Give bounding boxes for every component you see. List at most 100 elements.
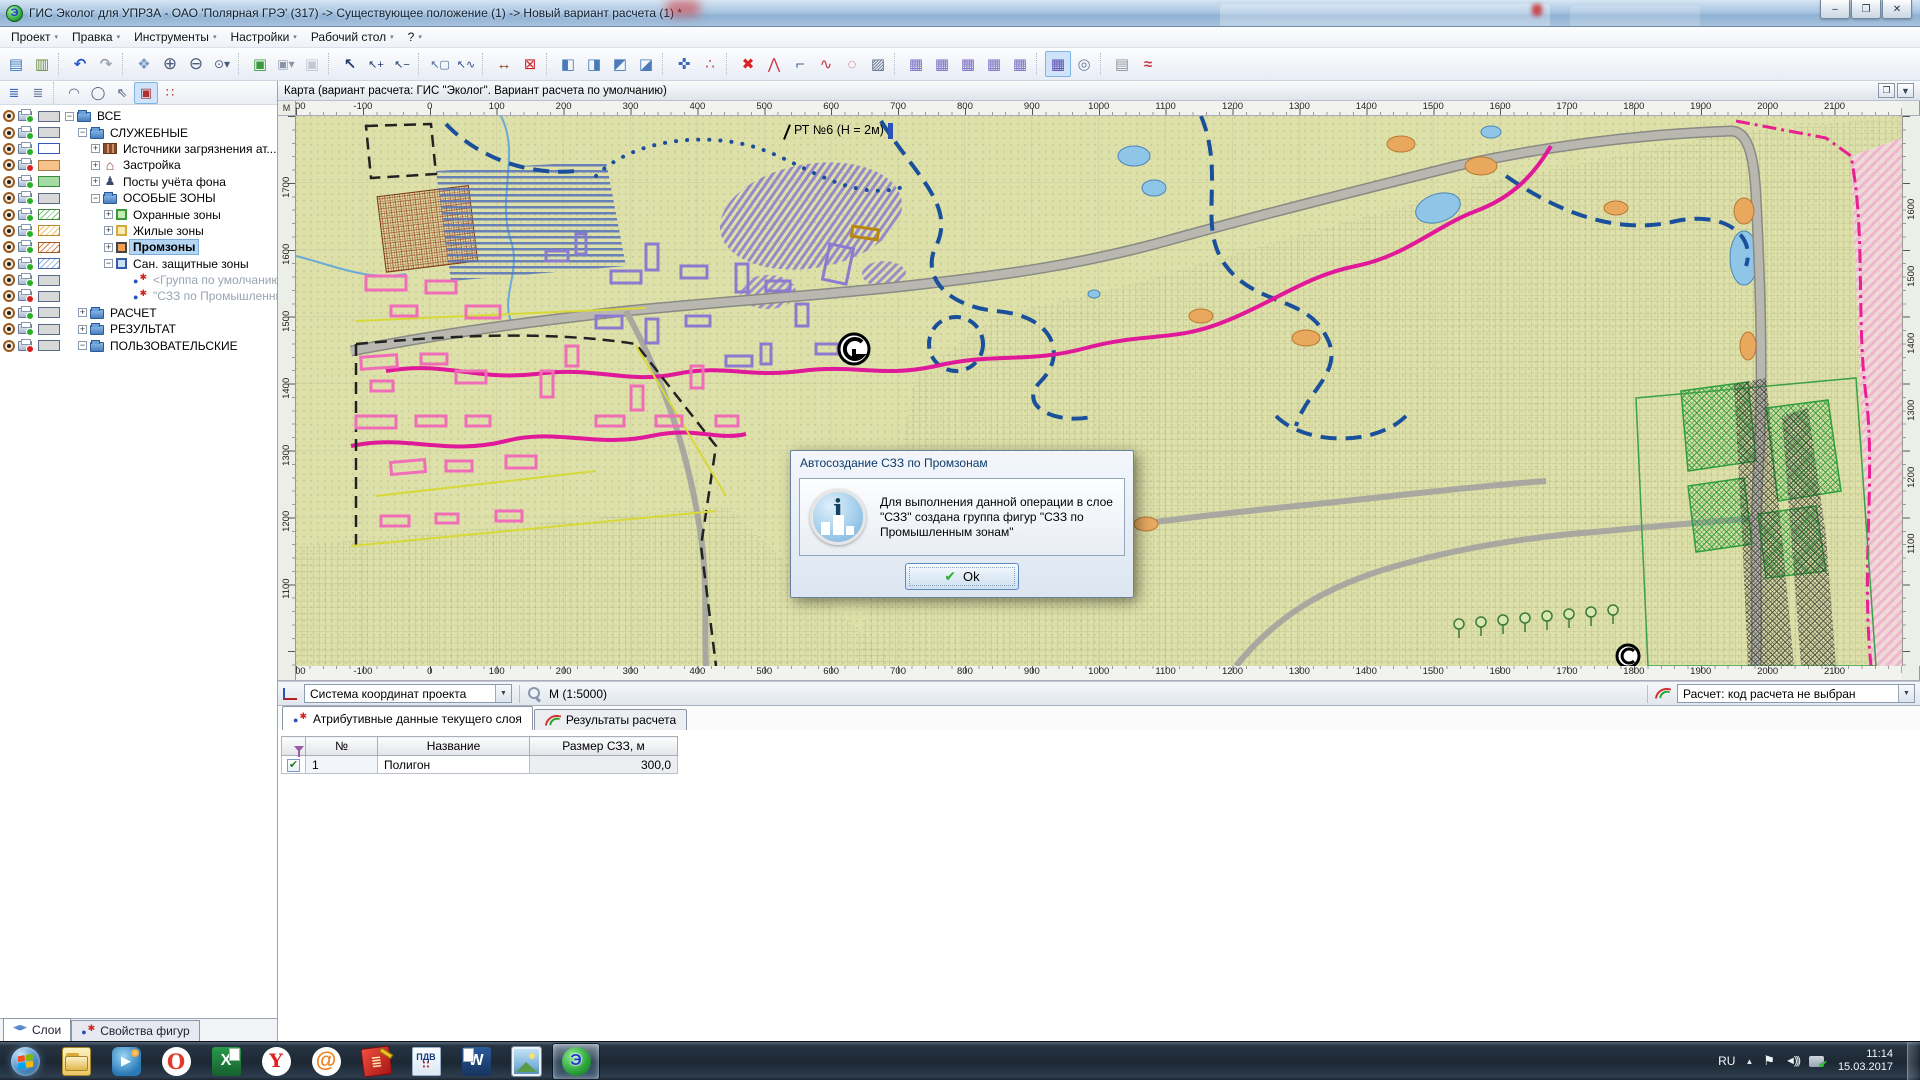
layer-label[interactable]: "СЗЗ по Промышленны...: [150, 289, 277, 303]
select-subtract-icon[interactable]: ↖−: [389, 51, 415, 77]
layer-color-swatch[interactable]: [38, 225, 60, 236]
layer-color-swatch[interactable]: [38, 275, 60, 286]
tree-item-all[interactable]: − ВСЕ: [0, 108, 277, 124]
figure-group-disabled-icon[interactable]: ▣: [299, 51, 325, 77]
measure-clear-icon[interactable]: ⊠: [517, 51, 543, 77]
visibility-eye-icon[interactable]: [3, 241, 15, 253]
calc-points-user-icon[interactable]: ▦: [955, 51, 981, 77]
visibility-eye-icon[interactable]: [3, 127, 15, 139]
taskbar-app-uprza[interactable]: ≣: [352, 1043, 400, 1080]
filter-column-header[interactable]: [282, 737, 306, 756]
move-figure-icon[interactable]: ✜: [671, 51, 697, 77]
print-icon[interactable]: [18, 160, 32, 170]
draw-spline-icon[interactable]: ∿: [813, 51, 839, 77]
redo-icon[interactable]: ↷: [93, 51, 119, 77]
select-cursor-icon[interactable]: ↖: [337, 51, 363, 77]
layer-label[interactable]: ОСОБЫЕ ЗОНЫ: [120, 191, 219, 205]
table-row[interactable]: 1 Полигон 300,0: [282, 756, 678, 774]
layer-label[interactable]: Источники загрязнения ат...: [120, 142, 277, 156]
print-icon[interactable]: [18, 210, 32, 220]
menu-item[interactable]: Правка: [65, 28, 127, 46]
tab-calc-results[interactable]: Результаты расчета: [534, 709, 687, 730]
coord-system-select[interactable]: Система координат проекта ▼: [304, 684, 512, 703]
tree-item-zastroika[interactable]: + Застройка: [0, 157, 277, 173]
minimize-button[interactable]: –: [1820, 0, 1850, 19]
tree-item-san-zashchitnye-zony[interactable]: − Сан. защитные зоны: [0, 256, 277, 272]
calc-points-remove-icon[interactable]: ▦: [929, 51, 955, 77]
layer-label[interactable]: Застройка: [120, 158, 184, 172]
maximize-button[interactable]: ❐: [1851, 0, 1881, 19]
print-map-icon[interactable]: ▤: [1109, 51, 1135, 77]
layer-color-swatch[interactable]: [38, 242, 60, 253]
visibility-eye-icon[interactable]: [3, 258, 15, 270]
intersect-selection-icon[interactable]: ◩: [607, 51, 633, 77]
layer-color-swatch[interactable]: [38, 176, 60, 187]
taskbar-app-excel[interactable]: X: [202, 1043, 250, 1080]
layer-label[interactable]: <Группа по умолчанию>: [150, 273, 277, 287]
hidden-icons-chevron[interactable]: ▲: [1745, 1057, 1753, 1066]
expand-toggle-icon[interactable]: +: [91, 177, 100, 186]
tab-figure-props[interactable]: Свойства фигур: [71, 1020, 200, 1041]
add-figure-group-icon[interactable]: ▣: [247, 51, 273, 77]
print-icon[interactable]: [18, 275, 32, 285]
print-icon[interactable]: [18, 193, 32, 203]
layers-add-icon[interactable]: ≣: [2, 82, 26, 104]
cell-name[interactable]: Полигон: [378, 756, 530, 774]
undo-icon[interactable]: ↶: [67, 51, 93, 77]
tab-layers[interactable]: Слои: [3, 1018, 71, 1041]
globe-map-icon[interactable]: ▤: [3, 51, 29, 77]
print-icon[interactable]: [18, 128, 32, 138]
chevron-down-icon[interactable]: ▼: [495, 685, 511, 702]
layer-color-swatch[interactable]: [38, 143, 60, 154]
search-zoom-icon[interactable]: ◎: [1071, 51, 1097, 77]
column-header-name[interactable]: Название: [378, 737, 530, 756]
union-selection-icon[interactable]: ◧: [555, 51, 581, 77]
expand-toggle-icon[interactable]: −: [91, 194, 100, 203]
print-icon[interactable]: [18, 144, 32, 154]
visibility-eye-icon[interactable]: [3, 110, 15, 122]
chevron-down-icon[interactable]: ▼: [1898, 685, 1914, 702]
visibility-eye-icon[interactable]: [3, 143, 15, 155]
visibility-eye-icon[interactable]: [3, 225, 15, 237]
taskbar-app-gis-ekolog[interactable]: Э: [552, 1043, 600, 1080]
expand-toggle-icon[interactable]: +: [78, 325, 87, 334]
draw-circle-icon[interactable]: ◌: [839, 51, 865, 77]
visibility-eye-icon[interactable]: [3, 307, 15, 319]
calc-code-select[interactable]: Расчет: код расчета не выбран ▼: [1677, 684, 1915, 703]
visibility-eye-icon[interactable]: [3, 323, 15, 335]
zoom-out-icon[interactable]: ⊖: [183, 51, 209, 77]
print-icon[interactable]: [18, 259, 32, 269]
ok-button[interactable]: ✔ Ok: [905, 563, 1019, 590]
layer-color-swatch[interactable]: [38, 160, 60, 171]
layer-label[interactable]: Жилые зоны: [130, 224, 207, 238]
tree-item-okhrannye-zony[interactable]: + Охранные зоны: [0, 206, 277, 222]
select-curve-tool-icon[interactable]: ◠: [62, 82, 86, 104]
layer-label[interactable]: Сан. защитные зоны: [130, 257, 252, 271]
tree-item-polzovatelskie[interactable]: − ПОЛЬЗОВАТЕЛЬСКИЕ: [0, 337, 277, 353]
tree-item-raschet[interactable]: + РАСЧЕТ: [0, 305, 277, 321]
tree-item-istochniki[interactable]: + Источники загрязнения ат...: [0, 141, 277, 157]
tree-item-osobye-zony[interactable]: − ОСОБЫЕ ЗОНЫ: [0, 190, 277, 206]
select-object-icon[interactable]: ↖▢: [427, 51, 453, 77]
visibility-eye-icon[interactable]: [3, 159, 15, 171]
report-page-icon[interactable]: ▥: [29, 51, 55, 77]
layer-color-swatch[interactable]: [38, 111, 60, 122]
calc-points-edit-icon[interactable]: ▦: [1007, 51, 1033, 77]
row-checkbox[interactable]: [287, 759, 300, 772]
draw-polyline-icon[interactable]: ⋀: [761, 51, 787, 77]
visibility-eye-icon[interactable]: [3, 290, 15, 302]
print-icon[interactable]: [18, 242, 32, 252]
layer-label[interactable]: Охранные зоны: [130, 208, 224, 222]
subtract-selection-icon[interactable]: ◨: [581, 51, 607, 77]
layer-color-swatch[interactable]: [38, 127, 60, 138]
layer-color-swatch[interactable]: [38, 340, 60, 351]
print-icon[interactable]: [18, 324, 32, 334]
print-icon[interactable]: [18, 291, 32, 301]
expand-toggle-icon[interactable]: +: [91, 144, 100, 153]
layer-label[interactable]: РАСЧЕТ: [107, 306, 160, 320]
tree-item-sluzhebnye[interactable]: − СЛУЖЕБНЫЕ: [0, 124, 277, 140]
profile-chart-icon[interactable]: ≈: [1135, 51, 1161, 77]
tree-item-gruppa-default[interactable]: <Группа по умолчанию>: [0, 272, 277, 288]
layer-label[interactable]: СЛУЖЕБНЫЕ: [107, 126, 191, 140]
taskbar-app-yandex[interactable]: Y: [252, 1043, 300, 1080]
